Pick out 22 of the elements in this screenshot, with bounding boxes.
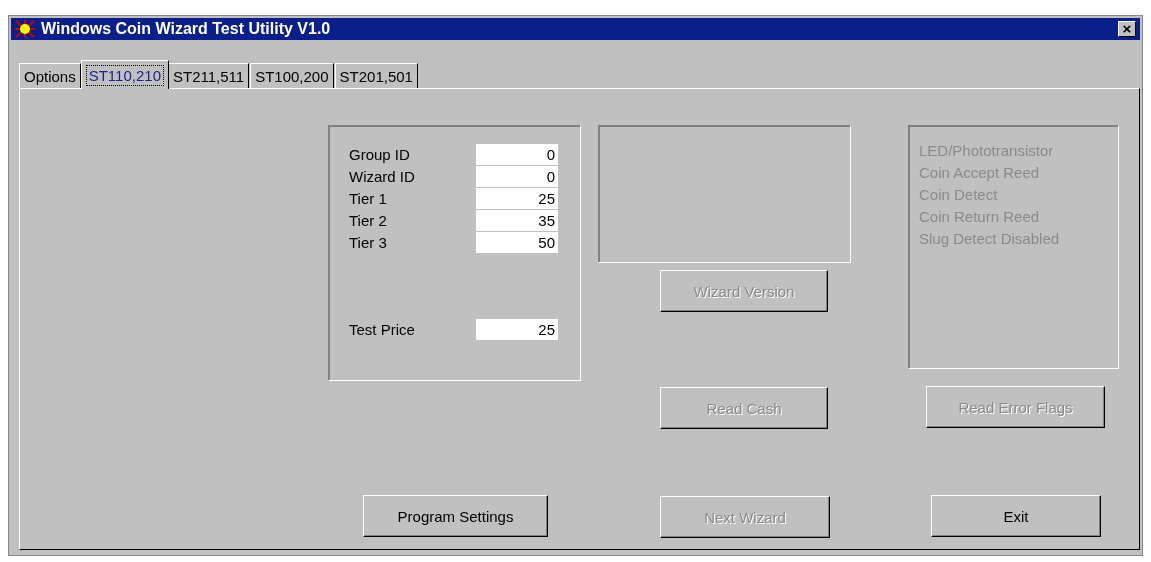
star-icon [15, 20, 35, 38]
action-button[interactable]: Exit [931, 495, 1101, 537]
input-field[interactable]: 50 [476, 232, 558, 253]
field-label: Tier 3 [349, 233, 387, 253]
input-field[interactable]: 0 [476, 144, 558, 165]
input-field[interactable]: 25 [476, 319, 558, 340]
input-field[interactable]: 25 [476, 188, 558, 209]
tab[interactable]: ST211,511 [168, 63, 250, 88]
tab[interactable]: ST201,501 [334, 63, 418, 88]
window-title: Windows Coin Wizard Test Utility V1.0 [41, 20, 332, 38]
input-field[interactable]: 0 [476, 166, 558, 187]
field-label: Tier 2 [349, 211, 387, 231]
close-button[interactable]: × [1118, 21, 1136, 37]
field-label: Group ID [349, 145, 410, 165]
input-field[interactable]: 35 [476, 210, 558, 231]
field-label: Test Price [349, 320, 415, 340]
tab[interactable]: ST110,210 [80, 60, 169, 89]
tab[interactable]: Options [19, 63, 81, 88]
program-settings-button[interactable]: Program Settings [363, 495, 548, 537]
tab[interactable]: ST100,200 [250, 63, 334, 88]
field-label: Wizard ID [349, 167, 415, 187]
field-label: Tier 1 [349, 189, 387, 209]
